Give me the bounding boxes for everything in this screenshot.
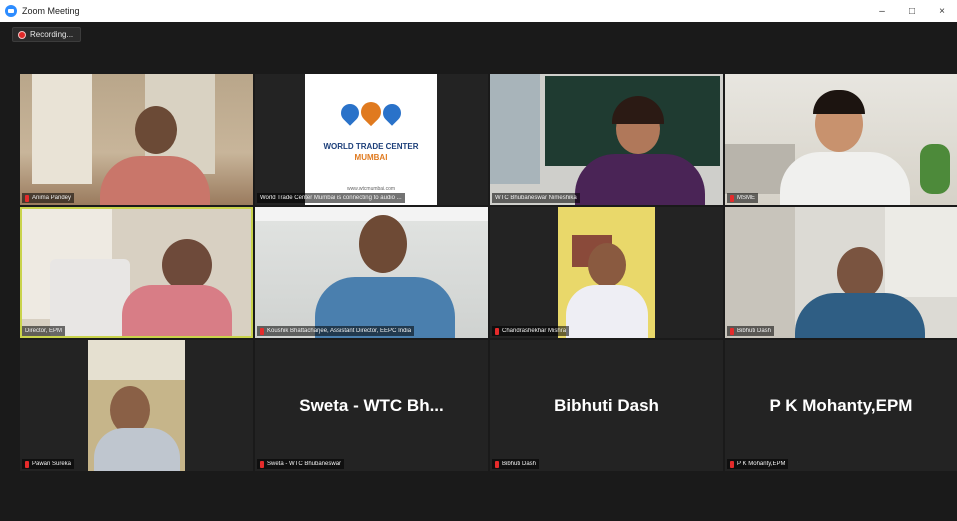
- participant-name-tag: Chandrashekhar Mishra: [492, 326, 570, 336]
- participant-tile[interactable]: Koushik Bhattacharjee, Assistant Directo…: [255, 207, 488, 338]
- muted-mic-icon: [495, 327, 499, 335]
- muted-mic-icon: [260, 327, 264, 335]
- participant-tile[interactable]: Pawan Sureka: [20, 340, 253, 471]
- participant-name-tag: Bibhuti Dash: [492, 459, 540, 469]
- participant-video: [22, 209, 251, 336]
- muted-mic-icon: [495, 460, 499, 468]
- muted-mic-icon: [25, 194, 29, 202]
- wtc-logo-icon: [337, 97, 405, 127]
- participant-video: [88, 340, 185, 471]
- participant-name: Koushik Bhattacharjee, Assistant Directo…: [267, 328, 412, 334]
- wtc-logo-line1: WORLD TRADE CENTER: [323, 142, 419, 151]
- participant-name-tag: Pawan Sureka: [22, 459, 75, 469]
- participant-name: Bibhuti Dash: [737, 328, 772, 334]
- participant-name: World Trade Center Mumbai is connecting …: [260, 195, 402, 201]
- participant-tile-active-speaker[interactable]: Director, EPM: [20, 207, 253, 338]
- participant-video: WORLD TRADE CENTER MUMBAI www.wtcmumbai.…: [305, 74, 437, 205]
- participant-name-tag: WTC Bhubaneswar Nimeshika: [492, 193, 580, 203]
- zoom-app-icon: [5, 5, 17, 17]
- participant-video: [490, 74, 723, 205]
- participant-name-tag: P K Mohanty,EPM: [727, 459, 789, 469]
- muted-mic-icon: [730, 327, 734, 335]
- participant-video: [20, 74, 253, 205]
- participant-video: [255, 207, 488, 338]
- participant-display-name: Bibhuti Dash: [554, 395, 659, 415]
- maximize-button[interactable]: □: [897, 0, 927, 22]
- window-controls: – □ ×: [867, 0, 957, 22]
- muted-mic-icon: [730, 194, 734, 202]
- window-title-bar: Zoom Meeting – □ ×: [0, 0, 957, 22]
- minimize-button[interactable]: –: [867, 0, 897, 22]
- muted-mic-icon: [25, 460, 29, 468]
- participant-tile[interactable]: P K Mohanty,EPM P K Mohanty,EPM: [725, 340, 957, 471]
- participant-tile[interactable]: Bibhuti Dash: [725, 207, 957, 338]
- recording-indicator[interactable]: Recording...: [12, 27, 82, 42]
- muted-mic-icon: [260, 460, 264, 468]
- participant-name: Sweta - WTC Bhubaneswar: [267, 461, 342, 467]
- participant-tile[interactable]: Chandrashekhar Mishra: [490, 207, 723, 338]
- participant-name: Anima Pandey: [32, 195, 72, 201]
- window-title: Zoom Meeting: [22, 6, 80, 16]
- participant-video: [725, 74, 957, 205]
- participant-name-tag: Koushik Bhattacharjee, Assistant Directo…: [257, 326, 415, 336]
- participant-name-tag: Bibhuti Dash: [727, 326, 775, 336]
- participant-name-tag: Anima Pandey: [22, 193, 75, 203]
- participant-video: [725, 207, 957, 338]
- participant-name: MSME: [737, 195, 755, 201]
- participant-name: Pawan Sureka: [32, 461, 72, 467]
- record-icon: [18, 30, 26, 39]
- wtc-logo-url: www.wtcmumbai.com: [346, 186, 396, 192]
- participant-name: Bibhuti Dash: [502, 461, 537, 467]
- participant-display-name: P K Mohanty,EPM: [769, 395, 913, 415]
- close-button[interactable]: ×: [927, 0, 957, 22]
- participant-name: Chandrashekhar Mishra: [502, 328, 567, 334]
- participant-tile[interactable]: WTC Bhubaneswar Nimeshika: [490, 74, 723, 205]
- participant-name-tag: Director, EPM: [22, 326, 66, 336]
- muted-mic-icon: [730, 460, 734, 468]
- participant-name-tag: World Trade Center Mumbai is connecting …: [257, 193, 405, 203]
- participant-display-name: Sweta - WTC Bh...: [299, 395, 444, 415]
- participant-tile[interactable]: MSME: [725, 74, 957, 205]
- participant-name: P K Mohanty,EPM: [737, 461, 786, 467]
- participant-name: WTC Bhubaneswar Nimeshika: [495, 195, 577, 201]
- participant-name-tag: Sweta - WTC Bhubaneswar: [257, 459, 345, 469]
- participant-tile[interactable]: Sweta - WTC Bh... Sweta - WTC Bhubaneswa…: [255, 340, 488, 471]
- recording-label: Recording...: [30, 30, 74, 39]
- participant-name-tag: MSME: [727, 193, 758, 203]
- video-gallery: Recording... Anima Pandey WORLD TRADE CE…: [0, 22, 957, 521]
- wtc-logo-line2: MUMBAI: [354, 153, 388, 162]
- participant-tile[interactable]: Bibhuti Dash Bibhuti Dash: [490, 340, 723, 471]
- participant-video: [558, 207, 655, 338]
- participant-name: Director, EPM: [25, 328, 63, 334]
- participant-tile[interactable]: Anima Pandey: [20, 74, 253, 205]
- participant-tile[interactable]: WORLD TRADE CENTER MUMBAI www.wtcmumbai.…: [255, 74, 488, 205]
